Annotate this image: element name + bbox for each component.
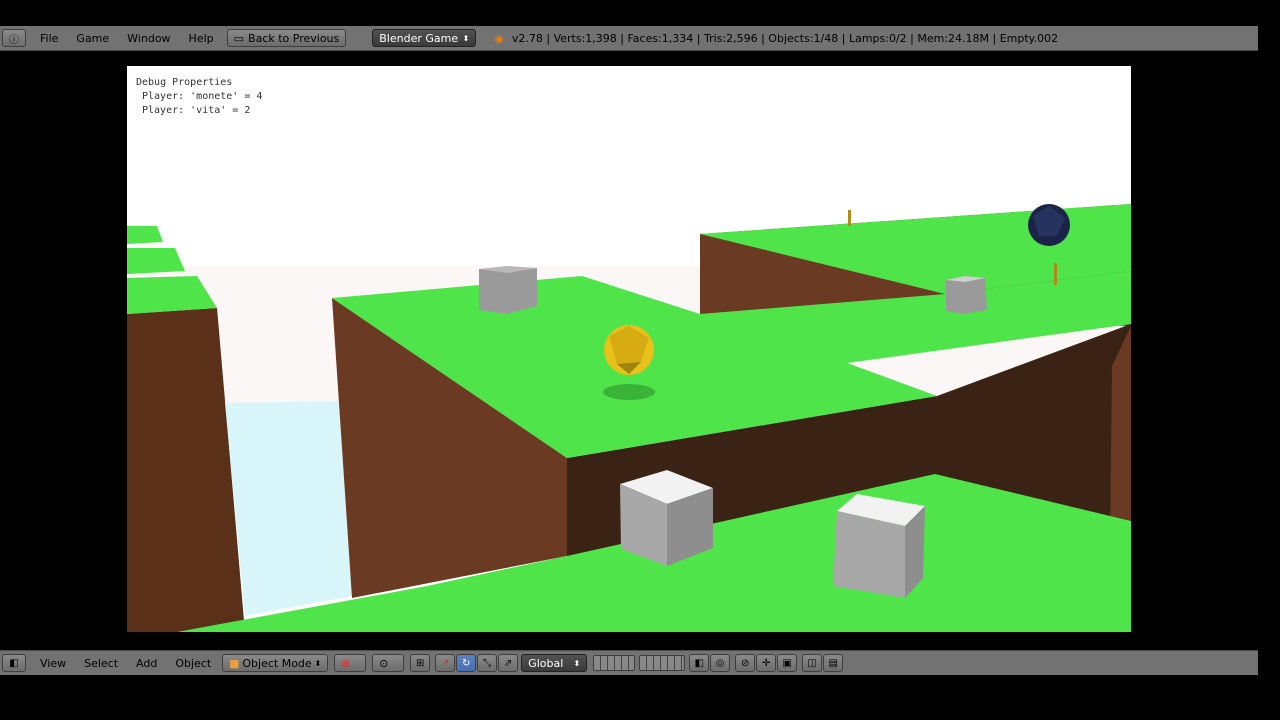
layers-grid-icon-2[interactable] [639, 655, 686, 671]
menu-view[interactable]: View [31, 657, 75, 670]
debug-line: Player: 'vita' = 2 [142, 105, 251, 116]
coin-2 [1054, 263, 1057, 285]
orientation-select-label: Global [528, 656, 564, 670]
snap-target-icon[interactable]: ✛ [756, 654, 777, 672]
water [225, 401, 352, 616]
debug-title: Debug Properties [136, 77, 233, 88]
updown-arrow-icon: ⬍ [462, 33, 470, 43]
debug-line: Player: 'monete' = 4 [142, 91, 263, 102]
cube-icon: ■ [229, 656, 240, 670]
game-viewport[interactable]: Debug Properties Player: 'monete' = 4 Pl… [127, 66, 1131, 632]
game-scene [127, 66, 1131, 632]
menu-add[interactable]: Add [127, 657, 166, 670]
scale-manipulator-icon[interactable]: ⤡ [477, 654, 498, 672]
back-to-previous-label: Back to Previous [248, 31, 340, 45]
translate-manipulator-icon[interactable]: ↗ [435, 654, 456, 672]
3d-view-header: ◧ View Select Add Object ■ Object Mode ⬍… [0, 650, 1258, 675]
rotate-manipulator-icon[interactable]: ↻ [456, 654, 477, 672]
menu-game[interactable]: Game [67, 32, 118, 45]
left-step-grass-1 [127, 248, 185, 274]
opengl-render-icon[interactable]: ▣ [777, 654, 798, 672]
blender-logo-icon: ◉ [494, 31, 504, 45]
render-animation-icon[interactable]: ▤ [823, 654, 844, 672]
lock-layers-icon[interactable]: ◧ [689, 654, 710, 672]
layers-grid-icon[interactable] [593, 655, 636, 671]
proportional-edit-icon[interactable]: ◎ [710, 654, 731, 672]
cube-front-right [833, 511, 905, 598]
shading-select[interactable]: ⊗ [334, 654, 367, 672]
cube-back-left [479, 268, 537, 314]
info-icon[interactable]: ⓘ [2, 29, 26, 47]
mode-select-label: Object Mode [242, 656, 312, 670]
screen-icon: ▭ [233, 31, 245, 45]
mode-select[interactable]: ■ Object Mode ⬍ [222, 654, 329, 672]
player-shadow [603, 384, 655, 400]
pivot-icon: ⊙ [379, 656, 389, 670]
info-header: ⓘ File Game Window Help ▭ Back to Previo… [0, 26, 1258, 51]
scene-stats: v2.78 | Verts:1,398 | Faces:1,334 | Tris… [511, 31, 1059, 45]
menu-window[interactable]: Window [118, 32, 179, 45]
camera-icon[interactable]: ◫ [802, 654, 823, 672]
manipulator-toggle-icon[interactable]: ⊞ [410, 654, 431, 672]
3d-view-icon[interactable]: ◧ [2, 654, 26, 672]
pivot-select[interactable]: ⊙ [372, 654, 405, 672]
menu-help[interactable]: Help [180, 32, 223, 45]
menu-object[interactable]: Object [166, 657, 220, 670]
updown-arrow-icon: ⬍ [573, 658, 581, 668]
menu-file[interactable]: File [31, 32, 67, 45]
render-engine-label: Blender Game [379, 31, 459, 45]
snap-icon[interactable]: ⊘ [735, 654, 756, 672]
orientation-select[interactable]: Global ⬍ [521, 654, 588, 672]
render-engine-select[interactable]: Blender Game ⬍ [372, 29, 477, 47]
left-step-grass-2 [127, 226, 163, 244]
back-to-previous-button[interactable]: ▭ Back to Previous [226, 29, 347, 47]
coin-1 [848, 210, 851, 226]
updown-arrow-icon: ⬍ [314, 658, 322, 668]
menu-select[interactable]: Select [75, 657, 127, 670]
transform-icon[interactable]: ⇗ [498, 654, 519, 672]
cube-back-right [946, 278, 987, 314]
shading-icon: ⊗ [341, 656, 351, 670]
debug-properties: Debug Properties Player: 'monete' = 4 Pl… [136, 76, 262, 118]
